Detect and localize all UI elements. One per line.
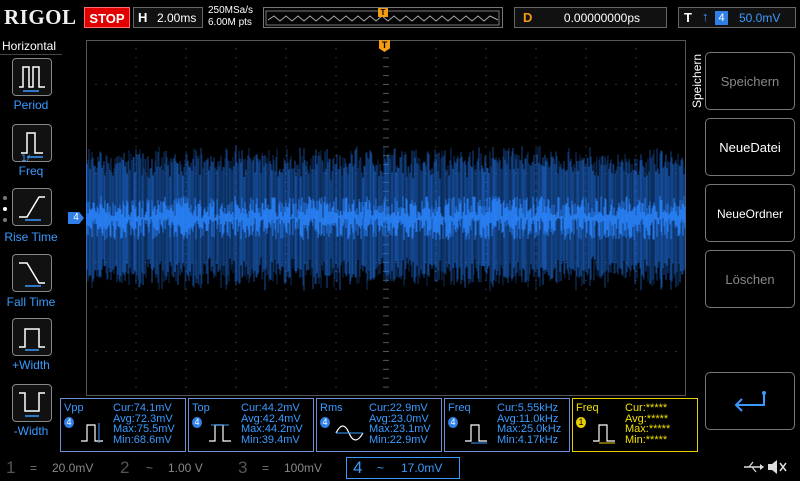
brand-logo: RIGOL: [4, 5, 77, 29]
frequency-icon: [465, 424, 487, 444]
graticule: [85, 39, 686, 397]
rise-time-label: Rise Time: [4, 230, 58, 244]
channel-scale: 20.0mV: [52, 461, 94, 475]
measurement-freq-ch4[interactable]: Freq 4 Cur:5.55kHz Avg:11.0kHz Max:25.0k…: [444, 398, 570, 452]
trigger-box[interactable]: T ↑ 4 50.0mV: [678, 7, 796, 28]
channel-number: 1: [6, 458, 16, 477]
negative-width-label: -Width: [13, 424, 49, 438]
coupling-icon: =: [30, 461, 38, 475]
measurement-name: Freq: [576, 402, 599, 414]
measurement-name: Freq: [448, 402, 471, 414]
save-button[interactable]: Speichern: [705, 52, 795, 110]
page-dots: [3, 196, 7, 226]
acquisition-info: 250MSa/s 6.00M pts: [208, 5, 253, 29]
enter-button[interactable]: [705, 372, 795, 430]
channel-3-status[interactable]: 3 = 100mV: [232, 457, 344, 479]
delete-button[interactable]: Löschen: [705, 250, 795, 308]
horizontal-label: H: [138, 10, 148, 25]
negative-width-icon: [19, 392, 45, 417]
left-panel-divider: [0, 54, 62, 55]
trigger-source-badge: 4: [715, 11, 728, 25]
channel-1-status[interactable]: 1 = 20.0mV: [0, 457, 112, 479]
positive-width-icon: [19, 328, 45, 351]
coupling-icon: ~: [377, 461, 385, 475]
measurement-name: Vpp: [64, 402, 84, 414]
channel-number: 3: [238, 458, 248, 477]
trigger-position-marker: T: [378, 8, 388, 17]
measurement-values: Cur:5.55kHz Avg:11.0kHz Max:25.0kHz Min:…: [497, 402, 562, 446]
period-button[interactable]: [12, 58, 52, 96]
channel-number: 2: [120, 458, 130, 477]
measurement-name: Rms: [320, 402, 343, 414]
right-panel-title: Speichern: [690, 53, 704, 108]
fall-time-label: Fall Time: [6, 295, 56, 309]
measurement-rms[interactable]: Rms 4 Cur:22.9mV Avg:23.0mV Max:23.1mV M…: [316, 398, 442, 452]
frequency-icon: 1/: [21, 132, 43, 164]
channel-4-status[interactable]: 4 ~ 17.0mV: [346, 457, 460, 479]
channel-scale: 100mV: [284, 461, 323, 475]
rising-edge-icon: ↑: [702, 9, 709, 24]
waveform-display[interactable]: [85, 39, 686, 397]
frequency-icon: [593, 424, 615, 444]
measurement-channel: 4: [320, 417, 330, 428]
timebase-value: 2.00ms: [157, 11, 197, 25]
channel-4-offset-marker[interactable]: 4: [68, 212, 84, 224]
rise-time-button[interactable]: [12, 188, 52, 226]
coupling-icon: =: [262, 461, 270, 475]
measurement-channel: 4: [64, 417, 74, 428]
measurement-top[interactable]: Top 4 Cur:44.2mV Avg:42.4mV Max:44.2mV M…: [188, 398, 314, 452]
channel-scale: 1.00 V: [168, 461, 203, 475]
measurement-values: Cur:44.2mV Avg:42.4mV Max:44.2mV Min:39.…: [241, 402, 303, 446]
frequency-button[interactable]: 1/: [12, 124, 52, 164]
new-file-button[interactable]: NeueDatei: [705, 118, 795, 176]
fall-time-button[interactable]: [12, 254, 52, 292]
positive-width-button[interactable]: [12, 318, 52, 356]
measurement-freq-ch1[interactable]: Freq 1 Cur:***** Avg:***** Max:***** Min…: [572, 398, 698, 452]
return-arrow-icon: [734, 391, 766, 412]
frequency-label: Freq: [18, 164, 44, 178]
period-label: Period: [13, 98, 49, 112]
measurement-channel: 1: [576, 417, 586, 428]
channel-number: 4: [353, 458, 363, 477]
memory-overview-bar: T: [263, 7, 503, 28]
delay-label: D: [523, 10, 533, 25]
usb-icon: [742, 458, 764, 476]
coupling-icon: ~: [146, 461, 154, 475]
channel-2-status[interactable]: 2 ~ 1.00 V: [114, 457, 226, 479]
rise-time-icon: [19, 196, 45, 221]
measurement-values: Cur:22.9mV Avg:23.0mV Max:23.1mV Min:22.…: [369, 402, 431, 446]
positive-width-label: +Width: [12, 358, 50, 372]
speaker-muted-icon[interactable]: [766, 458, 788, 476]
period-icon: [19, 66, 45, 92]
measurement-vpp[interactable]: Vpp 4 Cur:74.1mV Avg:72.3mV Max:75.5mV M…: [60, 398, 186, 452]
measurement-name: Top: [192, 402, 210, 414]
vpp-icon: [81, 423, 103, 443]
channel-4-waveform: [85, 145, 686, 292]
measurement-channel: 4: [448, 417, 458, 428]
sample-rate: 250MSa/s: [208, 5, 254, 16]
memory-depth: 6.00M pts: [208, 17, 252, 28]
channel-scale: 17.0mV: [401, 461, 443, 475]
measurement-values: Cur:***** Avg:***** Max:***** Min:*****: [625, 402, 671, 446]
timebase-box[interactable]: H 2.00ms: [133, 7, 203, 28]
measurement-values: Cur:74.1mV Avg:72.3mV Max:75.5mV Min:68.…: [113, 402, 175, 446]
left-panel-title: Horizontal: [2, 39, 57, 53]
rms-icon: [335, 425, 364, 441]
measurement-channel: 4: [192, 417, 202, 428]
new-folder-button[interactable]: NeueOrdner: [705, 184, 795, 242]
negative-width-button[interactable]: [12, 384, 52, 422]
delay-box[interactable]: D 0.00000000ps: [514, 7, 667, 28]
run-stop-indicator[interactable]: STOP: [84, 7, 130, 28]
top-icon: [209, 424, 231, 442]
delay-value: 0.00000000ps: [563, 11, 640, 25]
top-status-bar: RIGOL STOP H 2.00ms 250MSa/s 6.00M pts T…: [0, 0, 800, 36]
trigger-level: 50.0mV: [739, 11, 781, 25]
trigger-label: T: [684, 10, 692, 25]
fall-time-icon: [19, 262, 45, 287]
